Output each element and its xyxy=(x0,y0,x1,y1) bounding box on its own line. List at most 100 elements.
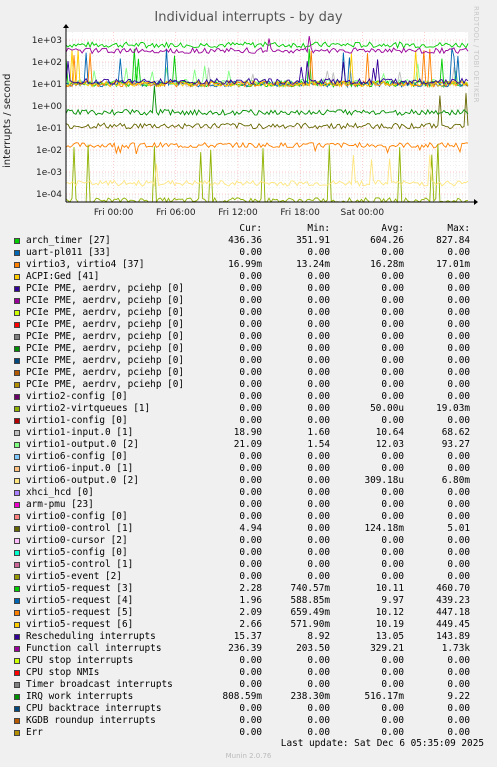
legend-cur-value: 0.00 xyxy=(239,667,262,678)
legend-row: CPU stop interrupts 0.00 0.00 0.00 0.00 xyxy=(0,655,497,667)
legend-row: virtio6-output.0 [2] 0.00 0.00 309.18u 6.80m xyxy=(0,475,497,487)
legend-avg-value: 0.00 xyxy=(381,415,404,426)
legend-cur-value: 808.59m xyxy=(222,691,262,702)
legend-min-value: 8.92 xyxy=(307,631,330,642)
legend-cur-value: 0.00 xyxy=(239,247,262,258)
legend-label: Rescheduling interrupts xyxy=(26,631,156,642)
legend-cur-value: 0.00 xyxy=(239,283,262,294)
legend-min-value: 0.00 xyxy=(307,559,330,570)
legend-row: virtio5-request [3] 2.28 740.57m 10.11 460.7… xyxy=(0,583,497,595)
legend-avg-value: 0.00 xyxy=(381,307,404,318)
legend-cur-value: 0.00 xyxy=(239,547,262,558)
legend-cur-value: 0.00 xyxy=(239,403,262,414)
legend-swatch xyxy=(14,310,20,316)
legend-cur-value: 0.00 xyxy=(239,295,262,306)
legend-label: arm-pmu [23] xyxy=(26,499,94,510)
legend-label: uart-pl011 [33] xyxy=(26,247,111,258)
legend-label: PCIe PME, aerdrv, pciehp [0] xyxy=(26,367,185,378)
legend-min-value: 0.00 xyxy=(307,271,330,282)
legend-min-value: 0.00 xyxy=(307,655,330,666)
legend-avg-value: 0.00 xyxy=(381,391,404,402)
legend-cur-value: 0.00 xyxy=(239,391,262,402)
legend-row: arm-pmu [23] 0.00 0.00 0.00 0.00 xyxy=(0,499,497,511)
legend-cur-value: 0.00 xyxy=(239,727,262,738)
legend-cur-value: 15.37 xyxy=(233,631,262,642)
legend-cur-value: 0.00 xyxy=(239,499,262,510)
legend-swatch xyxy=(14,334,20,340)
legend-row: virtio5-request [4] 1.96 588.85m 9.97 439.23 xyxy=(0,595,497,607)
legend-min-value: 0.00 xyxy=(307,571,330,582)
legend-label: CPU backtrace interrupts xyxy=(26,703,162,714)
legend-label: virtio5-request [5] xyxy=(26,607,134,618)
legend-row: PCIe PME, aerdrv, pciehp [0] 0.00 0.00 0.00… xyxy=(0,343,497,355)
legend-max-value: 0.00 xyxy=(447,679,470,690)
legend-row: virtio0-control [1] 4.94 0.00 124.18m 5.01 xyxy=(0,523,497,535)
legend-max-value: 0.00 xyxy=(447,451,470,462)
legend-swatch xyxy=(14,550,20,556)
legend-min-value: 238.30m xyxy=(290,691,330,702)
legend-min-value: 0.00 xyxy=(307,667,330,678)
legend-min-value: 588.85m xyxy=(290,595,330,606)
legend-swatch xyxy=(14,562,20,568)
legend-avg-value: 0.00 xyxy=(381,463,404,474)
legend-avg-value: 0.00 xyxy=(381,247,404,258)
legend-label: virtio5-event [2] xyxy=(26,571,122,582)
legend-swatch xyxy=(14,706,20,712)
legend-avg-value: 0.00 xyxy=(381,559,404,570)
legend-label: IRQ work interrupts xyxy=(26,691,134,702)
legend-row: Function call interrupts 236.39 203.50 329.… xyxy=(0,643,497,655)
legend-min-value: 0.00 xyxy=(307,295,330,306)
legend-min-value: 0.00 xyxy=(307,403,330,414)
legend-row: arch_timer [27] 436.36 351.91 604.26 827.84 xyxy=(0,235,497,247)
legend-cur-value: 0.00 xyxy=(239,703,262,714)
legend-label: virtio6-input.0 [1] xyxy=(26,463,134,474)
legend-avg-value: 10.64 xyxy=(375,427,404,438)
legend-label: virtio0-config [0] xyxy=(26,511,128,522)
legend-swatch xyxy=(14,250,20,256)
legend-max-value: 1.73k xyxy=(441,643,470,654)
legend-swatch xyxy=(14,346,20,352)
legend-label: virtio5-control [1] xyxy=(26,559,134,570)
legend-avg-value: 0.00 xyxy=(381,679,404,690)
legend-min-value: 0.00 xyxy=(307,343,330,354)
legend-cur-value: 0.00 xyxy=(239,715,262,726)
legend-row: virtio3, virtio4 [37] 16.99m 13.24m 16.28m 1… xyxy=(0,259,497,271)
legend-cur-value: 2.28 xyxy=(239,583,262,594)
legend-cur-value: 0.00 xyxy=(239,415,262,426)
last-update: Last update: Sat Dec 6 05:35:09 2025 xyxy=(280,738,484,749)
legend-label: virtio5-config [0] xyxy=(26,547,128,558)
legend-avg-value: 0.00 xyxy=(381,511,404,522)
legend-label: virtio3, virtio4 [37] xyxy=(26,259,145,270)
legend-swatch xyxy=(14,718,20,724)
legend-swatch xyxy=(14,394,20,400)
legend-label: virtio1-input.0 [1] xyxy=(26,427,134,438)
legend-cur-value: 2.66 xyxy=(239,619,262,630)
legend-cur-value: 0.00 xyxy=(239,367,262,378)
legend-label: PCIe PME, aerdrv, pciehp [0] xyxy=(26,379,185,390)
legend-row: Timer broadcast interrupts 0.00 0.00 0.00 0.… xyxy=(0,679,497,691)
legend-row: virtio1-output.0 [2] 21.09 1.54 12.03 93.27 xyxy=(0,439,497,451)
legend-avg-value: 9.97 xyxy=(381,595,404,606)
legend-avg-value: 16.28m xyxy=(370,259,404,270)
legend-min-value: 0.00 xyxy=(307,331,330,342)
legend-min-value: 0.00 xyxy=(307,523,330,534)
legend-row: virtio2-config [0] 0.00 0.00 0.00 0.00 xyxy=(0,391,497,403)
legend-row: virtio6-input.0 [1] 0.00 0.00 0.00 0.00 xyxy=(0,463,497,475)
legend-swatch xyxy=(14,238,20,244)
legend-swatch xyxy=(14,478,20,484)
legend-label: virtio5-request [4] xyxy=(26,595,134,606)
legend-row: PCIe PME, aerdrv, pciehp [0] 0.00 0.00 0.00… xyxy=(0,295,497,307)
legend-avg-value: 329.21 xyxy=(370,643,404,654)
legend-min-value: 0.00 xyxy=(307,487,330,498)
legend-swatch xyxy=(14,598,20,604)
legend-cur-value: 0.00 xyxy=(239,355,262,366)
legend-max-value: 0.00 xyxy=(447,415,470,426)
legend-cur-value: 0.00 xyxy=(239,319,262,330)
legend-row: PCIe PME, aerdrv, pciehp [0] 0.00 0.00 0.00… xyxy=(0,331,497,343)
legend-label: PCIe PME, aerdrv, pciehp [0] xyxy=(26,307,185,318)
legend-row: virtio2-virtqueues [1] 0.00 0.00 50.00u 19.0… xyxy=(0,403,497,415)
legend-label: ACPI:Ged [41] xyxy=(26,271,100,282)
legend-cur-value: 0.00 xyxy=(239,487,262,498)
legend-swatch xyxy=(14,694,20,700)
legend-swatch xyxy=(14,730,20,736)
